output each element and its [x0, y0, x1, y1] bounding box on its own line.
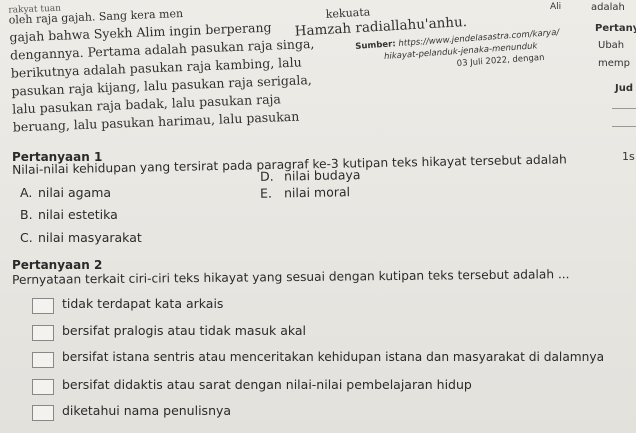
right-fragment: memp — [598, 58, 630, 69]
divider — [612, 126, 636, 127]
right-fragment: adalah — [591, 2, 625, 13]
checkbox[interactable] — [32, 379, 54, 395]
right-fragment: Ali — [550, 2, 562, 12]
checkbox[interactable] — [32, 325, 54, 341]
q2-option-label: tidak terdapat kata arkais — [62, 296, 224, 311]
q2-option-label: bersifat istana sentris atau menceritaka… — [62, 350, 605, 364]
right-fragment: Pertany — [595, 23, 636, 34]
right-fragment: Jud — [615, 83, 633, 94]
option-letter: B. — [20, 207, 33, 222]
q2-option-label: bersifat didaktis atau sarat dengan nila… — [62, 377, 472, 392]
q1-option-d[interactable]: D. nilai budaya — [260, 167, 361, 184]
checkbox[interactable] — [32, 405, 54, 421]
right-fragment: Ubah — [598, 40, 625, 51]
source-label: Sumber: — [355, 39, 397, 52]
checkbox[interactable] — [32, 352, 54, 368]
textbook-page: rakyat tuan oleh raja gajah. Sang kera m… — [0, 0, 636, 433]
q1-option-b[interactable]: B. nilai estetika — [20, 207, 118, 222]
q1-option-a[interactable]: A. nilai agama — [20, 185, 111, 200]
divider — [612, 108, 636, 109]
story-excerpt: rakyat tuan oleh raja gajah. Sang kera m… — [0, 0, 334, 135]
option-text: nilai estetika — [38, 207, 118, 222]
right-fragment: 1s — [622, 150, 635, 163]
q1-option-e[interactable]: E. nilai moral — [260, 184, 350, 201]
option-letter: E. — [259, 185, 273, 201]
q1-option-c[interactable]: C. nilai masyarakat — [20, 230, 142, 245]
option-text: nilai masyarakat — [38, 230, 142, 245]
option-letter: D. — [259, 168, 274, 184]
option-text: nilai agama — [38, 185, 112, 200]
q2-option-label: diketahui nama penulisnya — [62, 403, 232, 418]
option-text: nilai moral — [283, 184, 351, 201]
option-letter: C. — [20, 230, 33, 245]
q2-option-label: bersifat pralogis atau tidak masuk akal — [62, 323, 307, 338]
checkbox[interactable] — [32, 298, 54, 314]
option-letter: A. — [20, 185, 33, 200]
q2-heading: Pertanyaan 2 — [12, 258, 103, 272]
option-text: nilai budaya — [283, 167, 361, 184]
